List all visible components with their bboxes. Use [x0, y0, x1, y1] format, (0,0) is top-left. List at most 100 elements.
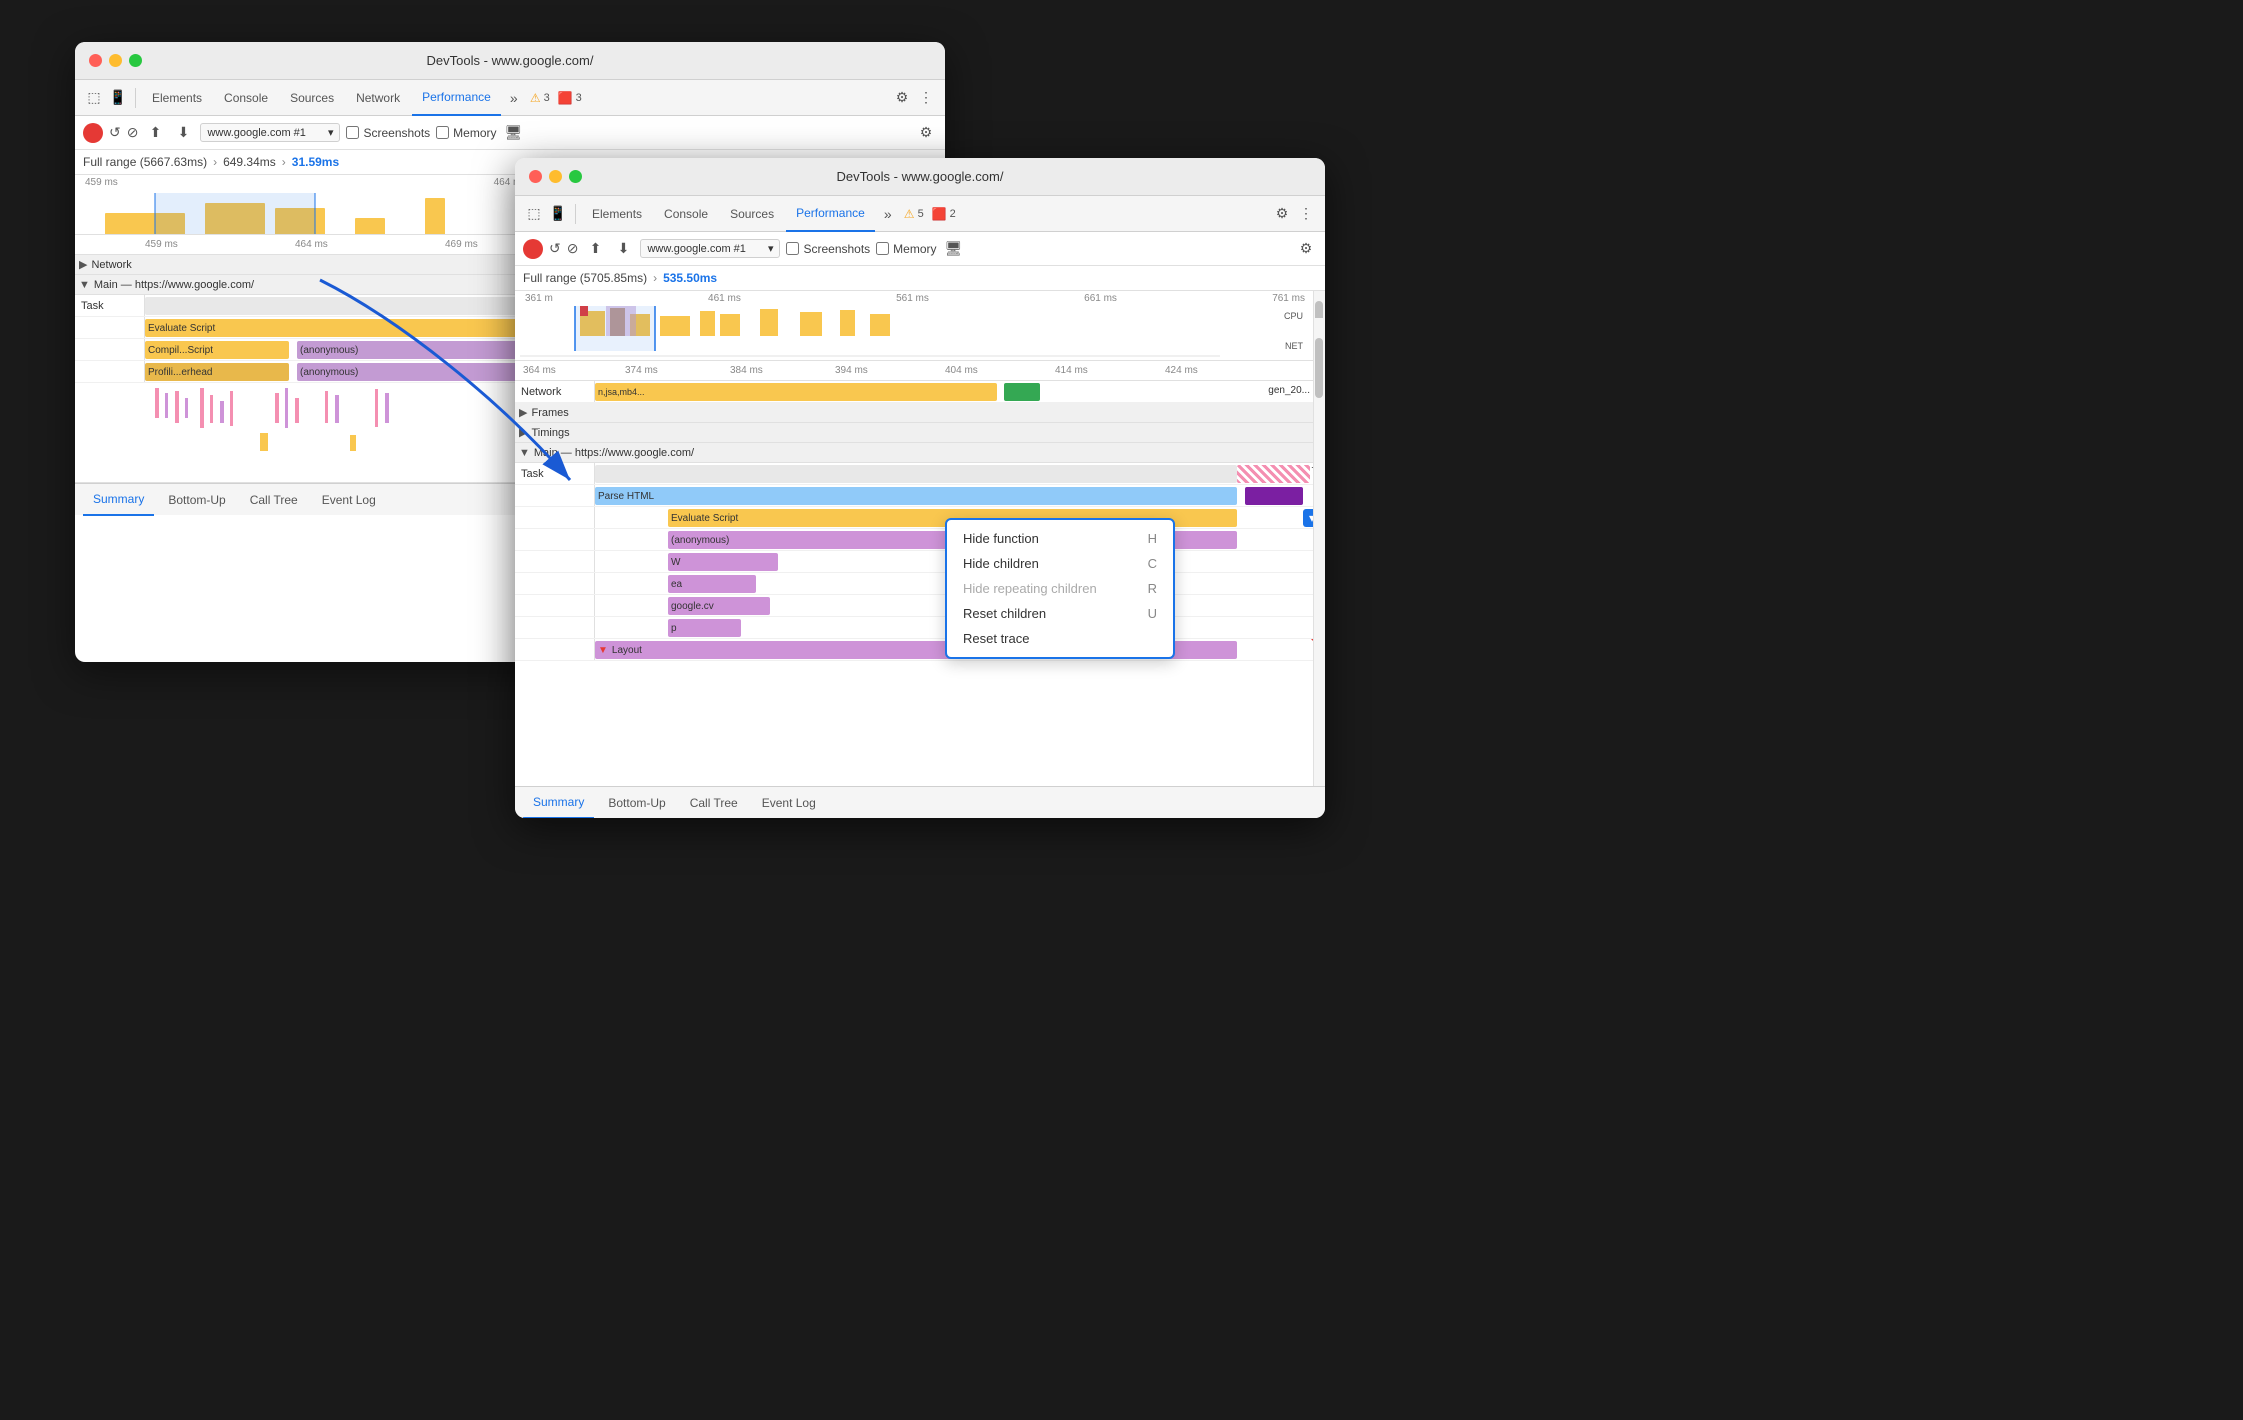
fg-maximize-button[interactable]	[569, 170, 582, 183]
fg-minimize-button[interactable]	[549, 170, 562, 183]
fg-window-title: DevTools - www.google.com/	[837, 169, 1004, 184]
bg-memory-check[interactable]	[436, 126, 449, 139]
bg-cpu-icon[interactable]: 🖥	[503, 122, 525, 144]
bg-device-icon[interactable]: 📱	[107, 87, 129, 109]
fg-w-block[interactable]: W	[668, 553, 778, 571]
bg-perf-settings-icon[interactable]: ⚙	[915, 122, 937, 144]
fg-ruler2-t1: 364 ms	[523, 365, 556, 376]
fg-memory-check[interactable]	[876, 242, 889, 255]
fg-network-block[interactable]: n,jsa,mb4...	[595, 383, 997, 401]
fg-perf-settings-icon[interactable]: ⚙	[1295, 238, 1317, 260]
fg-upload-icon[interactable]: ⬆	[584, 238, 606, 260]
fg-anon-label	[515, 529, 595, 550]
fg-device-icon[interactable]: 📱	[547, 203, 569, 225]
bg-more-icon[interactable]: ⋮	[915, 87, 937, 109]
bg-tab-elements[interactable]: Elements	[142, 80, 212, 116]
bg-minimize-button[interactable]	[109, 54, 122, 67]
bg-eval-script-text: Evaluate Script	[148, 323, 215, 334]
fg-screenshots-check[interactable]	[786, 242, 799, 255]
bg-bottom-tab-summary[interactable]: Summary	[83, 484, 154, 516]
fg-menu-hide-function[interactable]: Hide function H	[947, 526, 1173, 551]
fg-main-scrollbar-thumb[interactable]	[1315, 338, 1323, 398]
fg-url-dropdown-icon[interactable]: ▾	[768, 242, 774, 255]
fg-timings-toggle[interactable]: ▶	[519, 426, 527, 439]
fg-clear-icon[interactable]: ⊘	[567, 240, 579, 257]
bg-compil-block[interactable]: Compil...Script	[145, 341, 289, 359]
bg-tab-performance[interactable]: Performance	[412, 80, 501, 116]
fg-url-input[interactable]: www.google.com #1 ▾	[640, 239, 780, 258]
bg-more-tabs-icon[interactable]: »	[503, 87, 525, 109]
fg-inspect-icon[interactable]: ⬚	[523, 203, 545, 225]
fg-parse-html-block[interactable]: Parse HTML	[595, 487, 1237, 505]
fg-menu-reset-children[interactable]: Reset children U	[947, 601, 1173, 626]
bg-inspect-icon[interactable]: ⬚	[83, 87, 105, 109]
bg-tab-network[interactable]: Network	[346, 80, 410, 116]
fg-tab-performance[interactable]: Performance	[786, 196, 875, 232]
bg-bottom-tab-eventlog[interactable]: Event Log	[312, 484, 386, 516]
fg-download-icon[interactable]: ⬇	[612, 238, 634, 260]
fg-main-toggle[interactable]: ▼	[519, 447, 530, 459]
bg-url-input[interactable]: www.google.com #1 ▾	[200, 123, 340, 142]
bg-clear-icon[interactable]: ⊘	[127, 124, 139, 141]
fg-menu-reset-trace[interactable]: Reset trace	[947, 626, 1173, 651]
bg-upload-icon[interactable]: ⬆	[144, 122, 166, 144]
fg-parse-html-purple[interactable]	[1245, 487, 1303, 505]
fg-toolbar-row1: ⬚ 📱 Elements Console Sources Performance…	[515, 196, 1325, 232]
fg-settings-icon[interactable]: ⚙	[1271, 203, 1293, 225]
fg-close-button[interactable]	[529, 170, 542, 183]
fg-tab-console[interactable]: Console	[654, 196, 718, 232]
fg-task-content: T...	[595, 463, 1325, 484]
fg-more-tabs-icon[interactable]: »	[877, 203, 899, 225]
fg-tab-elements[interactable]: Elements	[582, 196, 652, 232]
bg-tab-console[interactable]: Console	[214, 80, 278, 116]
fg-menu-hide-children[interactable]: Hide children C	[947, 551, 1173, 576]
bg-tab-sources[interactable]: Sources	[280, 80, 344, 116]
fg-task-block[interactable]	[595, 465, 1237, 483]
fg-bottom-tab-summary[interactable]: Summary	[523, 787, 594, 819]
bg-toolbar-row1: ⬚ 📱 Elements Console Sources Network Per…	[75, 80, 945, 116]
bg-bottom-tab-calltree[interactable]: Call Tree	[240, 484, 308, 516]
bg-screenshots-checkbox[interactable]: Screenshots	[346, 126, 430, 140]
bg-err-count: 3	[576, 92, 582, 104]
bg-settings-icon[interactable]: ⚙	[891, 87, 913, 109]
fg-ruler2-t4: 394 ms	[835, 365, 868, 376]
bg-record-button[interactable]	[83, 123, 103, 143]
fg-more-icon[interactable]: ⋮	[1295, 203, 1317, 225]
fg-frames-toggle[interactable]: ▶	[519, 406, 527, 419]
bg-network-toggle[interactable]: ▶	[79, 258, 87, 271]
bg-download-icon[interactable]: ⬇	[172, 122, 194, 144]
fg-menu-hide-children-label: Hide children	[963, 556, 1039, 571]
fg-main-label: Main — https://www.google.com/	[534, 447, 694, 459]
bg-profili-block[interactable]: Profili...erhead	[145, 363, 289, 381]
fg-bottom-tab-eventlog[interactable]: Event Log	[752, 787, 826, 819]
fg-network-green-block[interactable]	[1004, 383, 1041, 401]
bg-screenshots-check[interactable]	[346, 126, 359, 139]
fg-main-scrollbar[interactable]	[1313, 318, 1325, 786]
bg-bottom-tab-bottomup[interactable]: Bottom-Up	[158, 484, 235, 516]
fg-frames-section: ▶ Frames	[515, 403, 1325, 423]
bg-memory-checkbox[interactable]: Memory	[436, 126, 496, 140]
bg-sep1	[135, 88, 136, 108]
bg-warning-badge: ⚠ 3	[530, 91, 550, 105]
fg-memory-checkbox[interactable]: Memory	[876, 242, 936, 256]
bg-url-dropdown-icon[interactable]: ▾	[328, 126, 334, 139]
fg-cpu-icon[interactable]: 🖥	[943, 238, 965, 260]
fg-record-button[interactable]	[523, 239, 543, 259]
fg-toolbar-row2: ↺ ⊘ ⬆ ⬇ www.google.com #1 ▾ Screenshots …	[515, 232, 1325, 266]
fg-p-block[interactable]: p	[668, 619, 741, 637]
fg-task-striped[interactable]	[1237, 465, 1310, 483]
fg-reload-icon[interactable]: ↺	[549, 240, 561, 257]
fg-ea-block[interactable]: ea	[668, 575, 756, 593]
fg-eval-script-text: Evaluate Script	[671, 513, 738, 524]
fg-menu-hide-repeating-shortcut: R	[1148, 581, 1157, 596]
fg-screenshots-checkbox[interactable]: Screenshots	[786, 242, 870, 256]
bg-close-button[interactable]	[89, 54, 102, 67]
bg-main-toggle[interactable]: ▼	[79, 279, 90, 291]
fg-googlecv-block[interactable]: google.cv	[668, 597, 770, 615]
fg-frames-label: Frames	[531, 407, 568, 419]
fg-bottom-tab-bottomup[interactable]: Bottom-Up	[598, 787, 675, 819]
bg-reload-icon[interactable]: ↺	[109, 124, 121, 141]
fg-tab-sources[interactable]: Sources	[720, 196, 784, 232]
fg-bottom-tab-calltree[interactable]: Call Tree	[680, 787, 748, 819]
bg-maximize-button[interactable]	[129, 54, 142, 67]
